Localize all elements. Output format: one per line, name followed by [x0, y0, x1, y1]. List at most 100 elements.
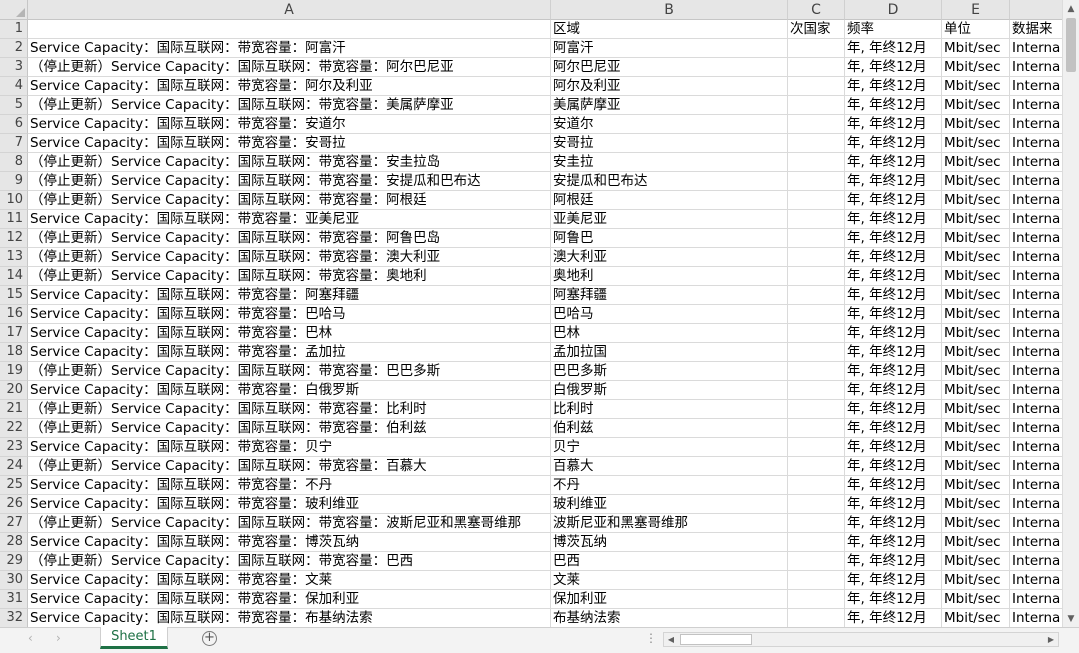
- cell-c[interactable]: [788, 495, 845, 514]
- cell-b[interactable]: 安道尔: [551, 115, 788, 134]
- cell-f[interactable]: Interna: [1010, 267, 1062, 286]
- vertical-scroll-thumb[interactable]: [1066, 18, 1076, 72]
- cell-b[interactable]: 奥地利: [551, 267, 788, 286]
- cell-c[interactable]: [788, 590, 845, 609]
- cell-a[interactable]: Service Capacity：国际互联网：带宽容量：巴哈马: [28, 305, 551, 324]
- cell-b[interactable]: 阿鲁巴: [551, 229, 788, 248]
- cell-b[interactable]: 安提瓜和巴布达: [551, 172, 788, 191]
- row-header[interactable]: 5: [0, 96, 28, 115]
- cell-f[interactable]: Interna: [1010, 514, 1062, 533]
- cell-b1[interactable]: 区域: [551, 20, 788, 39]
- cell-e[interactable]: Mbit/sec: [942, 96, 1010, 115]
- column-header-c[interactable]: C: [788, 0, 845, 20]
- cell-f[interactable]: Interna: [1010, 476, 1062, 495]
- cell-c[interactable]: [788, 343, 845, 362]
- row-header[interactable]: 28: [0, 533, 28, 552]
- cell-b[interactable]: 百慕大: [551, 457, 788, 476]
- cell-b[interactable]: 阿富汗: [551, 39, 788, 58]
- row-header[interactable]: 25: [0, 476, 28, 495]
- cell-f[interactable]: Interna: [1010, 134, 1062, 153]
- cell-c[interactable]: [788, 58, 845, 77]
- cell-a[interactable]: Service Capacity：国际互联网：带宽容量：博茨瓦纳: [28, 533, 551, 552]
- spreadsheet-grid[interactable]: A B C D E 1 区域 次国家 频率 单位 数据来 2 Service Ca…: [0, 0, 1062, 627]
- row-header[interactable]: 30: [0, 571, 28, 590]
- row-header[interactable]: 24: [0, 457, 28, 476]
- row-header[interactable]: 20: [0, 381, 28, 400]
- cell-d[interactable]: 年, 年终12月: [845, 609, 942, 627]
- cell-e[interactable]: Mbit/sec: [942, 571, 1010, 590]
- column-header-a[interactable]: A: [28, 0, 551, 20]
- cell-e[interactable]: Mbit/sec: [942, 419, 1010, 438]
- cell-b[interactable]: 伯利兹: [551, 419, 788, 438]
- cell-c[interactable]: [788, 134, 845, 153]
- cell-b[interactable]: 波斯尼亚和黑塞哥维那: [551, 514, 788, 533]
- cell-f[interactable]: Interna: [1010, 115, 1062, 134]
- cell-d[interactable]: 年, 年终12月: [845, 495, 942, 514]
- cell-e[interactable]: Mbit/sec: [942, 191, 1010, 210]
- cell-a[interactable]: （停止更新）Service Capacity：国际互联网：带宽容量：阿根廷: [28, 191, 551, 210]
- cell-d[interactable]: 年, 年终12月: [845, 590, 942, 609]
- cell-a[interactable]: Service Capacity：国际互联网：带宽容量：安道尔: [28, 115, 551, 134]
- cell-d[interactable]: 年, 年终12月: [845, 134, 942, 153]
- cell-c[interactable]: [788, 533, 845, 552]
- cell-e[interactable]: Mbit/sec: [942, 267, 1010, 286]
- cell-e[interactable]: Mbit/sec: [942, 343, 1010, 362]
- cell-f[interactable]: Interna: [1010, 381, 1062, 400]
- cell-a[interactable]: （停止更新）Service Capacity：国际互联网：带宽容量：巴西: [28, 552, 551, 571]
- cell-f[interactable]: Interna: [1010, 590, 1062, 609]
- cell-a[interactable]: Service Capacity：国际互联网：带宽容量：阿富汗: [28, 39, 551, 58]
- cell-f[interactable]: Interna: [1010, 248, 1062, 267]
- row-header[interactable]: 29: [0, 552, 28, 571]
- cell-d[interactable]: 年, 年终12月: [845, 533, 942, 552]
- row-header[interactable]: 1: [0, 20, 28, 39]
- cell-e[interactable]: Mbit/sec: [942, 514, 1010, 533]
- cell-e1[interactable]: 单位: [942, 20, 1010, 39]
- row-header[interactable]: 22: [0, 419, 28, 438]
- cell-f[interactable]: Interna: [1010, 324, 1062, 343]
- row-header[interactable]: 7: [0, 134, 28, 153]
- cell-e[interactable]: Mbit/sec: [942, 324, 1010, 343]
- cell-d1[interactable]: 频率: [845, 20, 942, 39]
- cell-e[interactable]: Mbit/sec: [942, 39, 1010, 58]
- cell-c[interactable]: [788, 381, 845, 400]
- cell-b[interactable]: 阿根廷: [551, 191, 788, 210]
- row-header[interactable]: 18: [0, 343, 28, 362]
- cell-c[interactable]: [788, 267, 845, 286]
- cell-c[interactable]: [788, 191, 845, 210]
- cell-b[interactable]: 阿尔及利亚: [551, 77, 788, 96]
- cell-f[interactable]: Interna: [1010, 609, 1062, 627]
- cell-e[interactable]: Mbit/sec: [942, 115, 1010, 134]
- scroll-right-icon[interactable]: ▶: [1044, 633, 1058, 646]
- row-header[interactable]: 8: [0, 153, 28, 172]
- cell-b[interactable]: 巴巴多斯: [551, 362, 788, 381]
- cell-a[interactable]: （停止更新）Service Capacity：国际互联网：带宽容量：阿鲁巴岛: [28, 229, 551, 248]
- cell-d[interactable]: 年, 年终12月: [845, 343, 942, 362]
- cell-f[interactable]: Interna: [1010, 58, 1062, 77]
- cell-d[interactable]: 年, 年终12月: [845, 267, 942, 286]
- cell-a[interactable]: Service Capacity：国际互联网：带宽容量：白俄罗斯: [28, 381, 551, 400]
- cell-c[interactable]: [788, 324, 845, 343]
- chevron-right-icon[interactable]: ›: [56, 631, 61, 645]
- cell-b[interactable]: 保加利亚: [551, 590, 788, 609]
- cell-a[interactable]: Service Capacity：国际互联网：带宽容量：阿塞拜疆: [28, 286, 551, 305]
- cell-b[interactable]: 玻利维亚: [551, 495, 788, 514]
- cell-e[interactable]: Mbit/sec: [942, 609, 1010, 627]
- cell-e[interactable]: Mbit/sec: [942, 476, 1010, 495]
- cell-a[interactable]: Service Capacity：国际互联网：带宽容量：巴林: [28, 324, 551, 343]
- row-header[interactable]: 16: [0, 305, 28, 324]
- row-header[interactable]: 31: [0, 590, 28, 609]
- cell-b[interactable]: 巴西: [551, 552, 788, 571]
- cell-c[interactable]: [788, 210, 845, 229]
- row-header[interactable]: 21: [0, 400, 28, 419]
- row-header[interactable]: 12: [0, 229, 28, 248]
- column-header-f[interactable]: [1010, 0, 1062, 20]
- cell-b[interactable]: 安哥拉: [551, 134, 788, 153]
- cell-e[interactable]: Mbit/sec: [942, 305, 1010, 324]
- cell-f[interactable]: Interna: [1010, 191, 1062, 210]
- cell-e[interactable]: Mbit/sec: [942, 153, 1010, 172]
- column-header-e[interactable]: E: [942, 0, 1010, 20]
- cell-d[interactable]: 年, 年终12月: [845, 172, 942, 191]
- cell-a[interactable]: Service Capacity：国际互联网：带宽容量：亚美尼亚: [28, 210, 551, 229]
- cell-c[interactable]: [788, 229, 845, 248]
- cell-e[interactable]: Mbit/sec: [942, 172, 1010, 191]
